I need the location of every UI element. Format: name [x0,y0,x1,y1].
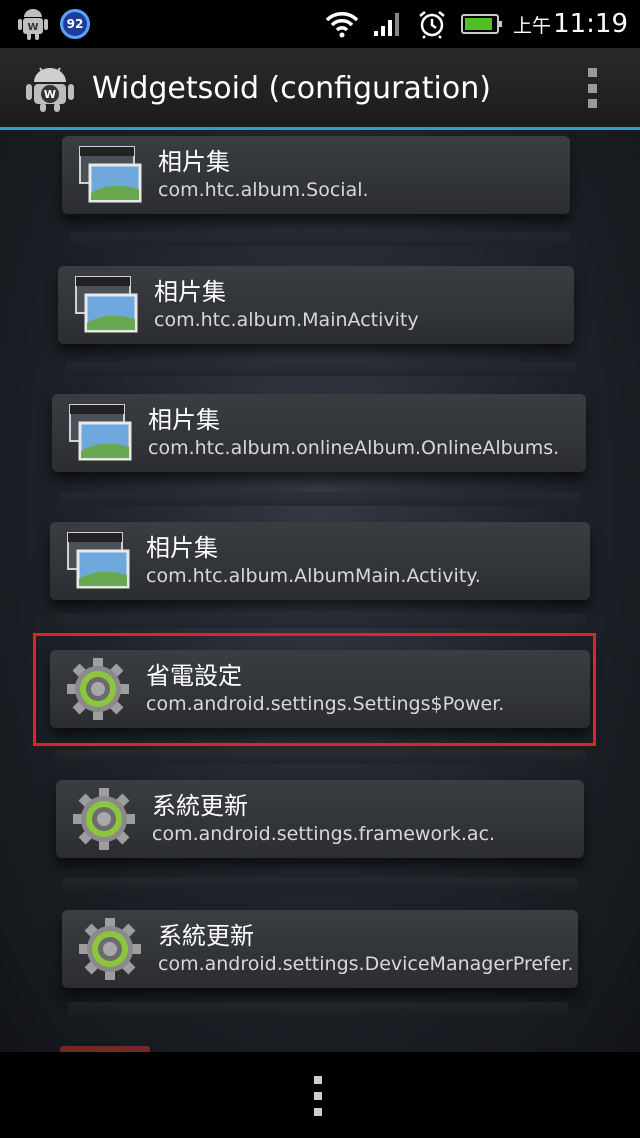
item-package: com.htc.album.Social. [158,179,369,201]
item-name: 相片集 [146,534,218,562]
list-item[interactable]: 系統更新 com.android.settings.framework.ac. [56,780,584,858]
notification-badge: 92 [60,9,90,39]
highlight-box [33,633,596,746]
page-title: Widgetsoid (configuration) [92,70,491,106]
card-reflection [68,1002,568,1016]
overflow-menu-icon[interactable] [584,68,600,108]
settings-gear-icon [79,918,141,980]
list-item[interactable]: 相片集 com.htc.album.MainActivity [58,266,574,344]
navigation-bar [0,1052,640,1138]
item-name: 系統更新 [152,792,248,820]
card-reflection [56,614,586,628]
action-bar: W Widgetsoid (configuration) [0,48,640,128]
svg-text:W: W [44,88,56,101]
app-list: 相片集 com.htc.album.Social. 相片集 com.htc.al… [0,130,640,1052]
card-reflection [60,492,580,506]
album-icon [75,276,138,333]
android-robot-icon: W [18,9,48,40]
item-name: 相片集 [158,148,230,176]
settings-gear-icon [73,788,135,850]
album-icon [67,532,130,589]
status-bar: W 92 上午 11:19 [0,0,640,48]
signal-icon [374,13,400,36]
item-name: 相片集 [154,278,226,306]
item-package: com.htc.album.MainActivity [154,309,419,331]
item-name: 系統更新 [158,922,254,950]
wifi-icon [325,12,359,38]
list-item[interactable]: 相片集 com.htc.album.AlbumMain.Activity. [50,522,590,600]
alarm-icon [419,11,445,39]
item-package: com.htc.album.AlbumMain.Activity. [146,565,481,587]
item-name: 相片集 [148,406,220,434]
menu-dots-icon[interactable] [314,1076,324,1116]
svg-text:W: W [27,22,38,33]
widgetsoid-robot-icon[interactable]: W [24,62,76,114]
album-icon [79,146,142,203]
list-item[interactable]: 系統更新 com.android.settings.DeviceManagerP… [62,910,578,988]
card-reflection [70,232,570,246]
list-item[interactable]: 相片集 com.htc.album.onlineAlbum.OnlineAlbu… [52,394,586,472]
ampm-label: 上午 [513,14,552,37]
list-item[interactable]: 相片集 com.htc.album.Social. [62,136,570,214]
card-reflection [56,750,586,764]
item-package: com.android.settings.DeviceManagerPrefer… [158,953,574,975]
card-reflection [66,362,576,376]
item-package: com.android.settings.framework.ac. [152,823,496,845]
battery-icon [461,14,503,34]
clock: 11:19 [553,9,628,39]
card-reflection [62,878,578,892]
album-icon [69,404,132,461]
item-package: com.htc.album.onlineAlbum.OnlineAlbums. [148,437,560,459]
